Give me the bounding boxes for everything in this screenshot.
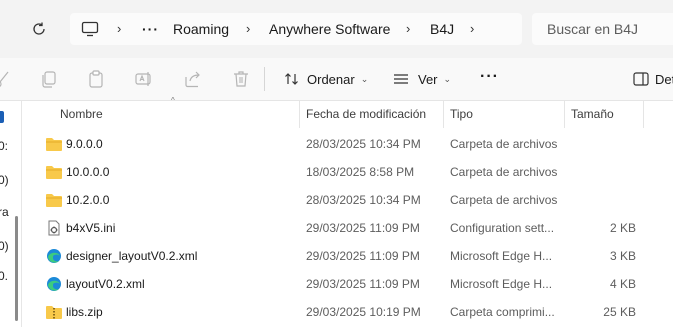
refresh-icon	[33, 22, 45, 35]
share-icon[interactable]	[183, 69, 203, 89]
copy-icon[interactable]	[39, 69, 59, 89]
nav-fragment[interactable]: 0.	[0, 269, 8, 283]
file-size	[565, 130, 636, 158]
file-type: Carpeta de archivos	[450, 165, 558, 179]
sort-button[interactable]: Ordenar ⌄	[284, 58, 368, 100]
edge-icon	[47, 277, 61, 291]
file-name[interactable]: 9.0.0.0	[66, 130, 103, 158]
file-row[interactable]: 9.0.0.0 28/03/2025 10:34 PM Carpeta de a…	[22, 130, 673, 158]
view-list-icon	[394, 74, 408, 84]
file-date: 29/03/2025 11:09 PM	[306, 249, 420, 263]
column-divider[interactable]	[643, 101, 644, 128]
details-pane-label: Det	[655, 71, 673, 87]
file-date: 28/03/2025 10:34 PM	[306, 193, 421, 207]
file-type: Microsoft Edge H...	[450, 249, 553, 263]
breadcrumb[interactable]: › ··· Roaming › Anywhere Software › B4J …	[70, 13, 522, 45]
nav-fragment[interactable]: 0)	[0, 239, 9, 253]
file-row[interactable]: libs.zip 29/03/2025 10:19 PM Carpeta com…	[22, 298, 673, 326]
file-row[interactable]: 10.0.0.0 18/03/2025 8:58 PM Carpeta de a…	[22, 158, 673, 186]
breadcrumb-overflow-button[interactable]: ···	[142, 13, 159, 45]
column-header-size[interactable]: Tamaño	[565, 101, 643, 128]
file-name[interactable]: 10.2.0.0	[66, 186, 109, 214]
file-row[interactable]: b4xV5.ini 29/03/2025 11:09 PM Configurat…	[22, 214, 673, 242]
file-name[interactable]: 10.0.0.0	[66, 158, 109, 186]
column-header-date[interactable]: Fecha de modificación	[300, 101, 443, 128]
cut-icon[interactable]	[0, 69, 14, 89]
folder-icon	[46, 166, 62, 179]
chevron-right-icon[interactable]: ›	[406, 13, 410, 45]
breadcrumb-item-roaming[interactable]: Roaming	[173, 13, 229, 45]
nav-fragment[interactable]: ra	[0, 205, 9, 219]
file-name[interactable]: libs.zip	[66, 298, 103, 326]
command-bar: Ordenar ⌄ Ver ⌄ ··· Det	[0, 58, 673, 101]
file-size: 2 KB	[609, 221, 636, 235]
column-header-type[interactable]: Tipo	[444, 101, 564, 128]
computer-icon[interactable]	[81, 21, 99, 37]
breadcrumb-item-anywhere-software[interactable]: Anywhere Software	[269, 13, 390, 45]
config-file-icon	[48, 220, 60, 236]
file-name[interactable]: designer_layoutV0.2.xml	[66, 242, 197, 270]
file-row[interactable]: 10.2.0.0 28/03/2025 10:34 PM Carpeta de …	[22, 186, 673, 214]
file-size: 4 KB	[609, 277, 636, 291]
file-size	[565, 158, 636, 186]
file-name[interactable]: b4xV5.ini	[66, 214, 115, 242]
search-placeholder: Buscar en B4J	[547, 21, 639, 37]
details-pane-icon	[633, 72, 649, 86]
file-type: Configuration sett...	[450, 221, 555, 235]
search-input[interactable]: Buscar en B4J	[532, 13, 673, 45]
nav-scrollbar[interactable]	[15, 216, 18, 321]
file-size: 3 KB	[609, 249, 636, 263]
column-header-name[interactable]: Nombre	[54, 101, 294, 128]
chevron-down-icon: ⌄	[443, 73, 452, 84]
file-row[interactable]: layoutV0.2.xml 29/03/2025 11:09 PM Micro…	[22, 270, 673, 298]
file-type: Carpeta de archivos	[450, 193, 558, 207]
file-date: 29/03/2025 11:09 PM	[306, 221, 420, 235]
file-date: 28/03/2025 10:34 PM	[306, 137, 421, 151]
file-date: 29/03/2025 11:09 PM	[306, 277, 420, 291]
file-size: 25 KB	[603, 305, 636, 319]
sort-label: Ordenar	[307, 71, 355, 87]
zip-folder-icon	[46, 306, 62, 319]
file-type: Carpeta de archivos	[450, 137, 558, 151]
breadcrumb-item-b4j[interactable]: B4J	[430, 13, 454, 45]
blue-item-icon	[0, 111, 4, 123]
chevron-right-icon[interactable]: ›	[117, 13, 121, 45]
column-header: Nombre Fecha de modificación Tipo Tamaño	[22, 101, 673, 128]
view-button[interactable]: Ver ⌄	[393, 58, 451, 100]
chevron-right-icon[interactable]: ›	[470, 13, 474, 45]
more-options-button[interactable]: ···	[480, 68, 499, 86]
sort-icon	[285, 73, 298, 85]
refresh-button[interactable]	[30, 20, 48, 38]
nav-fragment[interactable]: 0:	[0, 139, 8, 153]
address-bar: › ··· Roaming › Anywhere Software › B4J …	[0, 0, 673, 58]
edge-icon	[47, 249, 61, 263]
folder-icon	[46, 138, 62, 151]
view-label: Ver	[418, 71, 438, 87]
file-row[interactable]: designer_layoutV0.2.xml 29/03/2025 11:09…	[22, 242, 673, 270]
file-size	[565, 186, 636, 214]
rename-icon[interactable]	[134, 69, 154, 89]
toolbar-divider	[264, 67, 265, 91]
nav-fragment[interactable]: 0)	[0, 173, 9, 187]
chevron-down-icon: ⌄	[360, 73, 369, 84]
file-date: 29/03/2025 10:19 PM	[306, 305, 421, 319]
file-type: Carpeta comprimi...	[450, 305, 555, 319]
paste-icon[interactable]	[86, 69, 106, 89]
delete-icon[interactable]	[231, 69, 251, 89]
file-type: Microsoft Edge H...	[450, 277, 553, 291]
folder-icon	[46, 194, 62, 207]
details-pane-button[interactable]: Det	[633, 58, 673, 100]
file-name[interactable]: layoutV0.2.xml	[66, 270, 145, 298]
file-date: 18/03/2025 8:58 PM	[306, 165, 415, 179]
chevron-right-icon[interactable]: ›	[246, 13, 250, 45]
navigation-pane[interactable]: 0: 0) ra 0) 0.	[0, 101, 22, 327]
